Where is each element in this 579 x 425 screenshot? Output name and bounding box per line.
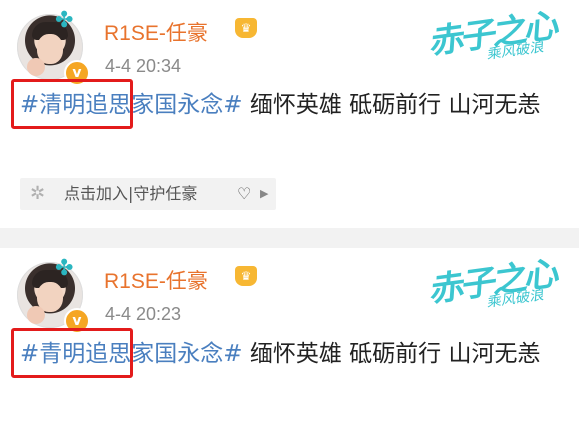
banner-decoration: 赤子之心 乘风破浪 (418, 248, 579, 330)
author-name[interactable]: R1SE-任豪 (104, 265, 208, 295)
post-text: 缅怀英雄 砥砺前行 山河无恙 (242, 341, 541, 367)
clover-icon: ✤ (55, 256, 74, 281)
avatar-hand (27, 58, 45, 76)
crown-icon[interactable]: ♛ (235, 266, 257, 286)
crown-icon[interactable]: ♛ (235, 18, 257, 38)
weibo-post-1: ✤ v R1SE-任豪 ♛ 4-4 20:34 赤子之心 乘风破浪 #清明追思家… (0, 0, 579, 228)
post-content: #青明追思家国永念# 缅怀英雄 砥砺前行 山河无恙 (10, 328, 565, 378)
super-topic-label: 点击加入|守护任豪 (64, 184, 198, 203)
topic-boxed[interactable]: #清明追思 (10, 79, 134, 129)
clover-icon: ✤ (55, 8, 74, 33)
topic-boxed[interactable]: #青明追思 (10, 328, 134, 378)
super-topic-button[interactable]: ✲ 点击加入|守护任豪 ♡ ▶ (20, 178, 276, 210)
weibo-post-2: ✤ v R1SE-任豪 ♛ 4-4 20:23 赤子之心 乘风破浪 #青明追思家… (0, 248, 579, 425)
banner-decoration: 赤子之心 乘风破浪 (418, 0, 579, 82)
heart-icon: ♡ (237, 184, 252, 203)
topic-rest[interactable]: 家国永念# (131, 341, 242, 367)
flower-icon: ✲ (30, 183, 46, 204)
arrow-right-icon: ▶ (260, 187, 269, 200)
post-content: #清明追思家国永念# 缅怀英雄 砥砺前行 山河无恙 (10, 79, 565, 129)
author-name[interactable]: R1SE-任豪 (104, 17, 208, 47)
post-text: 缅怀英雄 砥砺前行 山河无恙 (242, 92, 541, 118)
post-divider (0, 228, 579, 248)
post-time: 4-4 20:23 (105, 304, 182, 324)
post-time: 4-4 20:34 (105, 56, 182, 76)
avatar-hand (27, 306, 45, 324)
topic-rest[interactable]: 家国永念# (131, 92, 242, 118)
